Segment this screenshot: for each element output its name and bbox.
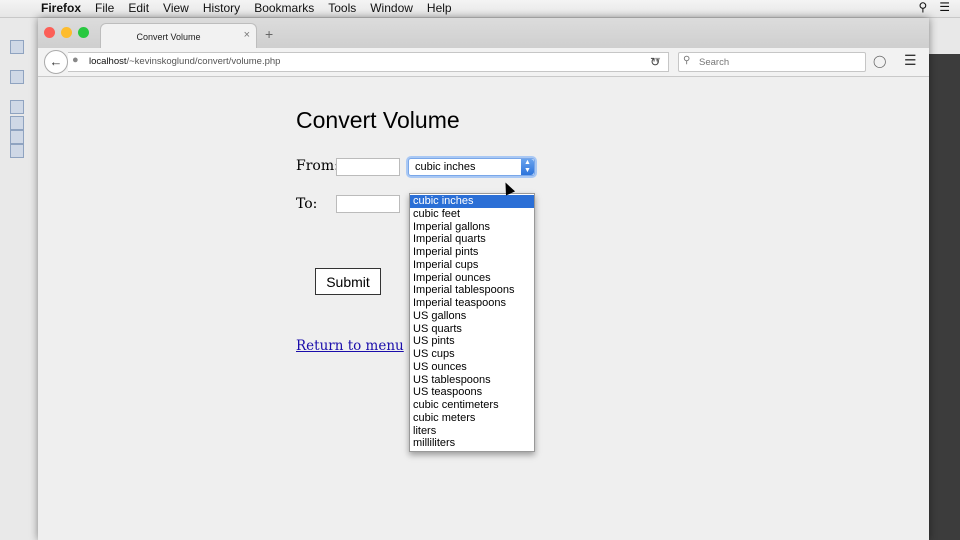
dropdown-option[interactable]: US pints bbox=[410, 335, 534, 348]
close-tab-icon[interactable]: × bbox=[244, 29, 250, 41]
url-bar[interactable]: ● localhost/~kevinskoglund/convert/volum… bbox=[68, 52, 669, 72]
menu-tools[interactable]: Tools bbox=[328, 1, 356, 15]
page-title: Convert Volume bbox=[296, 107, 460, 133]
menu-window[interactable]: Window bbox=[370, 1, 413, 15]
reload-icon[interactable]: ↻ bbox=[650, 55, 660, 69]
dropdown-option[interactable]: Imperial teaspoons bbox=[410, 297, 534, 310]
menu-help[interactable]: Help bbox=[427, 1, 452, 15]
tab-title: Convert Volume bbox=[136, 32, 201, 42]
dropdown-option[interactable]: Imperial pints bbox=[410, 246, 534, 259]
navigation-bar: ← ● localhost/~kevinskoglund/convert/vol… bbox=[38, 48, 929, 77]
dropdown-option[interactable]: Imperial tablespoons bbox=[410, 284, 534, 297]
menubar-extras: ⚲ ☰ bbox=[906, 0, 950, 14]
return-to-menu-link[interactable]: Return to menu bbox=[296, 338, 404, 354]
dropdown-option[interactable]: Imperial ounces bbox=[410, 272, 534, 285]
from-input[interactable] bbox=[336, 158, 400, 176]
dropdown-option[interactable]: cubic centimeters bbox=[410, 399, 534, 412]
tab-convert-volume[interactable]: Convert Volume × bbox=[100, 23, 257, 49]
folder-icon bbox=[10, 40, 24, 54]
url-host: localhost bbox=[89, 56, 127, 67]
globe-icon[interactable]: ● bbox=[72, 54, 79, 66]
menu-bookmarks[interactable]: Bookmarks bbox=[254, 1, 314, 15]
to-input[interactable] bbox=[336, 195, 400, 213]
dropdown-option[interactable]: US teaspoons bbox=[410, 386, 534, 399]
unit-dropdown-list: cubic inches cubic feet Imperial gallons… bbox=[409, 193, 535, 452]
file-icon bbox=[10, 100, 24, 114]
firefox-window: Convert Volume × + ← ● localhost/~kevins… bbox=[38, 18, 929, 540]
file-icon bbox=[10, 144, 24, 158]
tab-bar: Convert Volume × + bbox=[38, 18, 929, 49]
dropdown-option[interactable]: milliliters bbox=[410, 437, 534, 450]
url-path: /~kevinskoglund/convert/volume.php bbox=[126, 56, 281, 67]
chat-icon[interactable]: ◯ bbox=[873, 54, 886, 68]
spotlight-icon[interactable]: ⚲ bbox=[918, 0, 927, 14]
search-icon: ⚲ bbox=[683, 55, 691, 66]
from-label: From: bbox=[296, 158, 339, 174]
selected-unit: cubic inches bbox=[415, 161, 476, 173]
dropdown-option[interactable]: cubic feet bbox=[410, 208, 534, 221]
minimize-window-button[interactable] bbox=[61, 27, 72, 38]
page-content: Convert Volume From: cubic inches ▲ ▼ To:… bbox=[38, 77, 929, 540]
file-icon bbox=[10, 116, 24, 130]
submit-button[interactable]: Submit bbox=[315, 268, 381, 295]
notification-center-icon[interactable]: ☰ bbox=[939, 0, 950, 14]
search-box[interactable]: ⚲ bbox=[678, 52, 866, 72]
dropdown-option[interactable]: US ounces bbox=[410, 361, 534, 374]
close-window-button[interactable] bbox=[44, 27, 55, 38]
menu-icon[interactable]: ☰ bbox=[904, 52, 917, 69]
file-icon bbox=[10, 130, 24, 144]
window-controls bbox=[44, 27, 95, 38]
dropdown-option[interactable]: cubic inches bbox=[410, 195, 534, 208]
new-tab-button[interactable]: + bbox=[265, 26, 273, 42]
dropdown-option[interactable]: US quarts bbox=[410, 323, 534, 336]
background-finder-window bbox=[0, 18, 40, 540]
menu-history[interactable]: History bbox=[203, 1, 240, 15]
dropdown-option[interactable]: Imperial quarts bbox=[410, 233, 534, 246]
from-unit-select[interactable]: cubic inches ▲ ▼ bbox=[408, 158, 535, 176]
menu-view[interactable]: View bbox=[163, 1, 189, 15]
dropdown-option[interactable]: Imperial gallons bbox=[410, 221, 534, 234]
search-input[interactable] bbox=[697, 55, 861, 70]
url-text: localhost/~kevinskoglund/convert/volume.… bbox=[89, 56, 280, 67]
menu-edit[interactable]: Edit bbox=[128, 1, 149, 15]
back-button[interactable]: ← bbox=[44, 50, 68, 74]
dropdown-option[interactable]: US gallons bbox=[410, 310, 534, 323]
zoom-window-button[interactable] bbox=[78, 27, 89, 38]
menu-app-firefox[interactable]: Firefox bbox=[41, 1, 81, 15]
folder-icon bbox=[10, 70, 24, 84]
select-arrows-icon[interactable]: ▲ ▼ bbox=[521, 159, 534, 175]
to-label: To: bbox=[296, 196, 318, 212]
menubar-items: Firefox File Edit View History Bookmarks… bbox=[41, 1, 466, 15]
dropdown-option[interactable]: liters bbox=[410, 425, 534, 438]
dropdown-option[interactable]: cubic meters bbox=[410, 412, 534, 425]
dropdown-option[interactable]: Imperial cups bbox=[410, 259, 534, 272]
menu-file[interactable]: File bbox=[95, 1, 114, 15]
dropdown-option[interactable]: US tablespoons bbox=[410, 374, 534, 387]
background-window bbox=[928, 18, 960, 540]
dropdown-option[interactable]: US cups bbox=[410, 348, 534, 361]
mac-menubar: Firefox File Edit View History Bookmarks… bbox=[0, 0, 960, 18]
